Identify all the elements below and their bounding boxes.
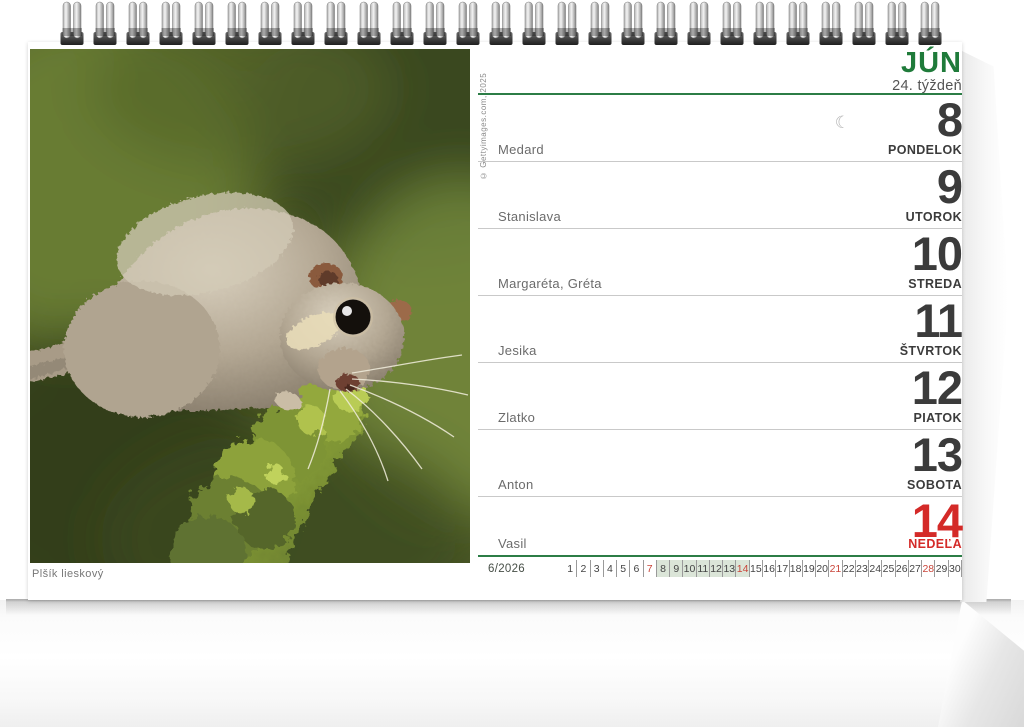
mini-day-12: 12 (710, 560, 723, 577)
mini-month-strip: 6/2026 123456789101112131415161718192021… (478, 557, 962, 580)
day-row-9: 9UTOROK Stanislava (478, 162, 962, 229)
calendar-stand-base (0, 600, 1024, 727)
mini-day-29: 29 (935, 560, 948, 577)
nameday-label: Medard (498, 142, 544, 157)
mini-day-16: 16 (763, 560, 776, 577)
nameday-label: Stanislava (498, 209, 561, 224)
mini-day-9: 9 (670, 560, 683, 577)
weekday-label: PONDELOK (888, 143, 962, 157)
mini-month-label: 6/2026 (478, 563, 564, 575)
mini-day-11: 11 (697, 560, 710, 577)
mini-day-14: 14 (736, 560, 749, 577)
nameday-label: Zlatko (498, 410, 535, 425)
mini-day-17: 17 (776, 560, 789, 577)
animal-photo (30, 49, 470, 563)
day-row-8: ☾ 8PONDELOK Medard (478, 95, 962, 162)
mini-day-5: 5 (617, 560, 630, 577)
day-row-12: 12PIATOK Zlatko (478, 363, 962, 430)
date-number: 12 (912, 364, 962, 411)
mini-day-30: 30 (949, 560, 962, 577)
weekday-label: ŠTVRTOK (900, 344, 962, 358)
mini-day-20: 20 (816, 560, 829, 577)
date-number: 8 (937, 96, 962, 143)
week-number-label: 24. týždeň (892, 78, 962, 94)
mini-day-cells: 1234567891011121314151617181920212223242… (564, 560, 962, 577)
mini-day-18: 18 (790, 560, 803, 577)
weekday-label: UTOROK (906, 210, 962, 224)
mini-day-7: 7 (644, 560, 657, 577)
mini-day-15: 15 (750, 560, 763, 577)
mini-day-4: 4 (604, 560, 617, 577)
date-number: 9 (937, 163, 962, 210)
month-title: JÚN (901, 47, 962, 80)
mini-day-10: 10 (683, 560, 696, 577)
mini-day-13: 13 (723, 560, 736, 577)
photo-caption: Plšík lieskový (32, 568, 104, 580)
day-row-13: 13SOBOTA Anton (478, 430, 962, 497)
weekday-label: STREDA (908, 277, 962, 291)
calendar-page: Plšík lieskový © Gettyimages.com, 2025 J… (28, 42, 962, 600)
date-number: 13 (912, 431, 962, 478)
mini-day-22: 22 (843, 560, 856, 577)
weekday-label: NEDEĽA (908, 537, 962, 551)
date-number: 11 (914, 297, 962, 344)
page-side-edge (960, 50, 1008, 602)
nameday-label: Vasil (498, 536, 527, 551)
day-rows: ☾ 8PONDELOK Medard 9UTOROK Stanislava 10STRED… (478, 95, 962, 557)
day-row-14: 14NEDEĽAVasil (478, 497, 962, 557)
day-row-10: 10STREDA Margaréta, Gréta (478, 229, 962, 296)
moon-phase-icon: ☾ (835, 113, 850, 133)
mini-day-3: 3 (591, 560, 604, 577)
weekday-label: PIATOK (914, 411, 962, 425)
week-panel: JÚN 24. týždeň ☾8PONDELOKMedard9UTOROKSt… (478, 42, 962, 600)
mini-day-25: 25 (882, 560, 895, 577)
mini-day-2: 2 (577, 560, 590, 577)
mini-day-27: 27 (909, 560, 922, 577)
mini-day-24: 24 (869, 560, 882, 577)
nameday-label: Jesika (498, 343, 537, 358)
nameday-label: Anton (498, 477, 533, 492)
mini-day-8: 8 (657, 560, 670, 577)
mini-day-23: 23 (856, 560, 869, 577)
mini-day-28: 28 (922, 560, 935, 577)
dormouse-illustration (30, 49, 470, 563)
mini-day-1: 1 (564, 560, 577, 577)
mini-day-21: 21 (829, 560, 842, 577)
month-header: JÚN 24. týždeň (478, 42, 962, 95)
mini-day-26: 26 (896, 560, 909, 577)
date-number: 10 (912, 230, 962, 277)
desk-calendar-scene: Plšík lieskový © Gettyimages.com, 2025 J… (0, 0, 1024, 727)
spiral-binding (56, 1, 947, 47)
page-bottom-shadow (6, 599, 1011, 615)
nameday-label: Margaréta, Gréta (498, 276, 602, 291)
mini-day-19: 19 (803, 560, 816, 577)
weekday-label: SOBOTA (907, 478, 962, 492)
mini-day-6: 6 (630, 560, 643, 577)
day-row-11: 11ŠTVRTOK Jesika (478, 296, 962, 363)
